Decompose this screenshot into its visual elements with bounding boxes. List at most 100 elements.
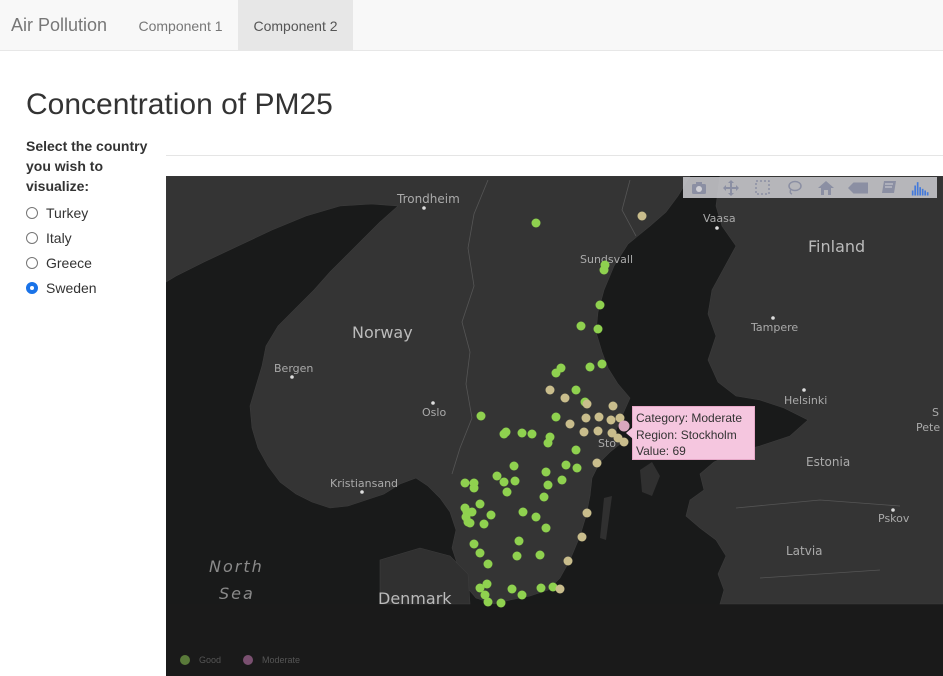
data-point-moderate[interactable] [560,393,570,403]
data-point-good[interactable] [483,559,493,569]
pan-icon[interactable] [721,179,741,197]
data-point-good[interactable] [475,499,485,509]
data-point-good[interactable] [469,483,479,493]
data-point-good[interactable] [543,438,553,448]
data-point-good[interactable] [479,519,489,529]
data-point-good[interactable] [551,368,561,378]
data-point-good[interactable] [465,518,475,528]
navbar-brand[interactable]: Air Pollution [11,15,107,36]
radio-button-turkey[interactable] [26,206,38,219]
plotly-logo-icon[interactable] [911,179,931,197]
data-point-good[interactable] [561,460,571,470]
data-point-good[interactable] [514,536,524,546]
radio-label-italy[interactable]: Italy [46,230,72,246]
data-point-moderate[interactable] [592,458,602,468]
data-point-good[interactable] [486,510,496,520]
data-point-good[interactable] [543,480,553,490]
data-point-good[interactable] [531,218,541,228]
data-point-good[interactable] [593,324,603,334]
radio-option-sweden[interactable]: Sweden [25,275,97,300]
data-point-good[interactable] [510,476,520,486]
data-point-moderate[interactable] [577,532,587,542]
data-point-good[interactable] [475,548,485,558]
lasso-icon[interactable] [784,179,804,197]
data-point-good[interactable] [576,321,586,331]
camera-icon[interactable] [689,179,709,197]
data-point-good[interactable] [517,590,527,600]
data-point-moderate[interactable] [545,385,555,395]
tab-component-2[interactable]: Component 2 [238,0,353,50]
data-point-good[interactable] [536,583,546,593]
data-point-good[interactable] [492,471,502,481]
data-point-good[interactable] [476,411,486,421]
legend-label-moderate: Moderate [262,655,301,665]
data-point-good[interactable] [557,475,567,485]
data-point-good[interactable] [527,429,537,439]
hover-closest-icon[interactable] [847,179,868,197]
radio-button-sweden[interactable] [26,281,38,294]
tab-component-1[interactable]: Component 1 [124,0,237,50]
map-canvas[interactable]: Trondheim Vaasa Finland Sundsvall Norway… [166,176,943,676]
radio-button-italy[interactable] [26,231,38,244]
data-point-moderate[interactable] [582,399,592,409]
radio-option-italy[interactable]: Italy [25,225,97,250]
data-point-good[interactable] [499,429,509,439]
city-dot-helsinki [802,388,806,392]
radio-option-turkey[interactable]: Turkey [25,200,97,225]
data-point-good[interactable] [531,512,541,522]
data-point-moderate[interactable] [555,584,565,594]
tooltip-value: Value: 69 [636,444,686,458]
data-point-moderate[interactable] [581,413,591,423]
data-point-good[interactable] [595,300,605,310]
data-point-good[interactable] [496,598,506,608]
data-point-good[interactable] [541,523,551,533]
data-point-good[interactable] [599,265,609,275]
data-point-good[interactable] [572,463,582,473]
data-point-moderate[interactable] [565,419,575,429]
radio-button-greece[interactable] [26,256,38,269]
radio-option-greece[interactable]: Greece [25,250,97,275]
data-point-good[interactable] [541,467,551,477]
data-point-moderate[interactable] [593,426,603,436]
data-point-good[interactable] [517,428,527,438]
data-point-moderate[interactable] [563,556,573,566]
data-point-good[interactable] [507,584,517,594]
data-point-good[interactable] [502,487,512,497]
data-point-moderate[interactable] [582,508,592,518]
radio-label-sweden[interactable]: Sweden [46,280,97,296]
map-plot[interactable]: Trondheim Vaasa Finland Sundsvall Norway… [166,176,943,676]
data-point-good[interactable] [518,507,528,517]
label-tampere: Tampere [750,321,798,334]
data-point-good[interactable] [469,539,479,549]
data-point-moderate[interactable] [608,401,618,411]
data-point-good[interactable] [585,362,595,372]
data-point-moderate[interactable] [594,412,604,422]
legend-item-good[interactable]: Good [180,655,221,665]
city-dot-vaasa [715,226,719,230]
data-point-good[interactable] [499,477,509,487]
label-denmark: Denmark [378,589,452,608]
data-point-moderate[interactable] [637,211,647,221]
data-point-good[interactable] [571,385,581,395]
data-point-good[interactable] [460,478,470,488]
data-point-good[interactable] [512,551,522,561]
label-stockholm-partial: Sto [598,437,616,450]
data-point-good[interactable] [535,550,545,560]
data-point-moderate[interactable] [606,415,616,425]
data-point-good[interactable] [571,445,581,455]
data-point-good[interactable] [551,412,561,422]
legend-label-good: Good [199,655,222,665]
hover-compare-icon[interactable] [879,179,899,197]
radio-label-turkey[interactable]: Turkey [46,205,88,221]
data-point-good[interactable] [539,492,549,502]
data-point-good[interactable] [509,461,519,471]
home-icon[interactable] [816,179,836,197]
data-point-moderate[interactable] [579,427,589,437]
radio-label-greece[interactable]: Greece [46,255,92,271]
data-point-good[interactable] [483,597,493,607]
data-point-good[interactable] [597,359,607,369]
hover-tooltip: Category: Moderate Region: Stockholm Val… [626,406,755,460]
legend-item-moderate[interactable]: Moderate [243,655,300,665]
box-select-icon[interactable] [752,179,772,197]
label-s-edge: S [932,406,939,419]
